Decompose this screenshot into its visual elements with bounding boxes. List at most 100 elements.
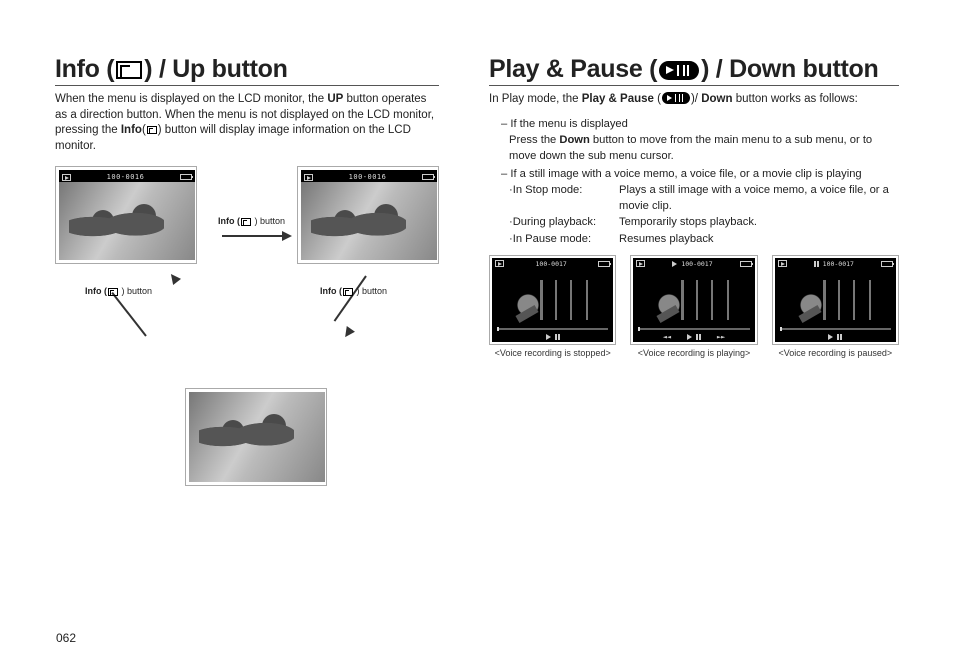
diagram-caption: Info ( ) button [320, 286, 387, 296]
sample-photo [301, 182, 437, 260]
lcd-state-full-info: 100-0016 [55, 166, 197, 264]
sample-photo [189, 392, 325, 482]
bullet-text: If a still image with a voice memo, a vo… [510, 168, 861, 180]
cap-post: ) button [354, 286, 387, 296]
bullet-sub: Press the Down button to move from the m… [509, 132, 899, 164]
ffwd-icon: ►► [717, 333, 725, 341]
heading-text-post: ) / Up button [144, 55, 287, 83]
play-mode-icon [62, 174, 71, 181]
bullet-item: – If the menu is displayed [501, 118, 899, 130]
info-icon [116, 61, 142, 79]
progress-bar [638, 328, 749, 330]
microphone-icon [793, 280, 883, 320]
info-icon [241, 218, 251, 226]
lcd-state-basic-info: 100-0016 [297, 166, 439, 264]
heading-text-pre: Play & Pause ( [489, 55, 657, 83]
play-icon [546, 334, 551, 340]
control-bar [492, 333, 613, 342]
file-number: 100-0016 [349, 173, 387, 181]
pause-icon [696, 334, 701, 340]
thumb-paused: 100-0017 <Voice recording is paused> [772, 255, 899, 358]
play-mode-icon [495, 260, 504, 267]
mode-row: ·In Stop mode: Plays a still image with … [509, 182, 899, 214]
thumb-playing: 100-0017 ◄◄ ►► <Voice recording is playi… [630, 255, 757, 358]
play-mode-icon [636, 260, 645, 267]
right-list: – If the menu is displayed Press the Dow… [489, 118, 899, 247]
battery-icon [598, 261, 610, 267]
rew-icon: ◄◄ [663, 333, 671, 341]
page-columns: Info ( ) / Up button When the menu is dis… [55, 55, 899, 486]
mode-desc: Resumes playback [619, 231, 899, 247]
mode-label: ·In Pause mode: [509, 231, 619, 247]
arrow-icon [135, 276, 195, 336]
thumb-caption: <Voice recording is playing> [630, 348, 757, 358]
pause-icon [814, 261, 819, 267]
info-icon [343, 288, 353, 296]
sample-photo [59, 182, 195, 260]
intro-seg: )/ [691, 93, 701, 105]
progress-bar [497, 328, 608, 330]
right-intro: In Play mode, the Play & Pause ()/ Down … [489, 92, 899, 108]
osd-top: 100-0016 [62, 172, 192, 182]
left-heading: Info ( ) / Up button [55, 55, 439, 86]
intro-bold: Down [701, 93, 732, 105]
mode-desc: Plays a still image with a voice memo, a… [619, 182, 899, 214]
cap-pre: Info ( [218, 216, 240, 226]
bullet-text: If the menu is displayed [510, 118, 628, 130]
play-mode-icon [304, 174, 313, 181]
intro-bold: Play & Pause [582, 93, 654, 105]
battery-icon [422, 174, 434, 180]
diagram-caption: Info ( ) button [85, 286, 152, 296]
microphone-icon [510, 280, 600, 320]
battery-icon [740, 261, 752, 267]
intro-seg: When the menu is displayed on the LCD mo… [55, 93, 327, 105]
osd-top: 100-0016 [304, 172, 434, 182]
progress-bar [780, 328, 891, 330]
mode-label: ·During playback: [509, 214, 619, 230]
lcd-screen [189, 392, 325, 482]
play-pause-icon [659, 61, 699, 80]
lcd-state-no-info [185, 388, 327, 486]
cap-post: ) button [252, 216, 285, 226]
intro-seg: button works as follows: [733, 93, 858, 105]
thumb-caption: <Voice recording is paused> [772, 348, 899, 358]
lcd-screen: 100-0016 [301, 170, 437, 260]
file-number: 100-0017 [536, 260, 567, 268]
heading-text-post: ) / Down button [701, 55, 878, 83]
intro-seg: ( [142, 124, 146, 136]
cap-post: ) button [119, 286, 152, 296]
intro-seg: ( [654, 93, 661, 105]
cap-pre: Info ( [320, 286, 342, 296]
bullet-item: – If a still image with a voice memo, a … [501, 168, 899, 180]
page-number: 062 [56, 631, 76, 645]
battery-icon [881, 261, 893, 267]
arrow-icon [335, 276, 395, 336]
intro-bold-up: UP [327, 93, 343, 105]
left-intro: When the menu is displayed on the LCD mo… [55, 92, 439, 154]
control-bar [775, 333, 896, 342]
right-heading: Play & Pause ( ) / Down button [489, 55, 899, 86]
microphone-icon [651, 280, 741, 320]
intro-seg: In Play mode, the [489, 93, 582, 105]
mode-row: ·During playback: Temporarily stops play… [509, 214, 899, 230]
thumb-stopped: 100-0017 <Voice recording is stopped> [489, 255, 616, 358]
play-mode-icon [778, 260, 787, 267]
voice-state-thumbs: 100-0017 <Voice recording is stopped> 10… [489, 255, 899, 358]
mode-label: ·In Stop mode: [509, 182, 619, 214]
mode-desc: Temporarily stops playback. [619, 214, 899, 230]
left-column: Info ( ) / Up button When the menu is dis… [55, 55, 439, 486]
file-number: 100-0017 [681, 260, 712, 268]
seg: Press the [509, 134, 559, 146]
battery-icon [180, 174, 192, 180]
play-icon [672, 261, 677, 267]
right-column: Play & Pause ( ) / Down button In Play mo… [489, 55, 899, 486]
play-pause-icon [662, 92, 690, 104]
file-number: 100-0016 [107, 173, 145, 181]
heading-text-pre: Info ( [55, 55, 114, 83]
pause-icon [555, 334, 560, 340]
arrow-icon [222, 231, 292, 241]
diagram-caption: Info ( ) button [218, 216, 285, 226]
cap-pre: Info ( [85, 286, 107, 296]
play-icon [687, 334, 692, 340]
pause-icon [837, 334, 842, 340]
